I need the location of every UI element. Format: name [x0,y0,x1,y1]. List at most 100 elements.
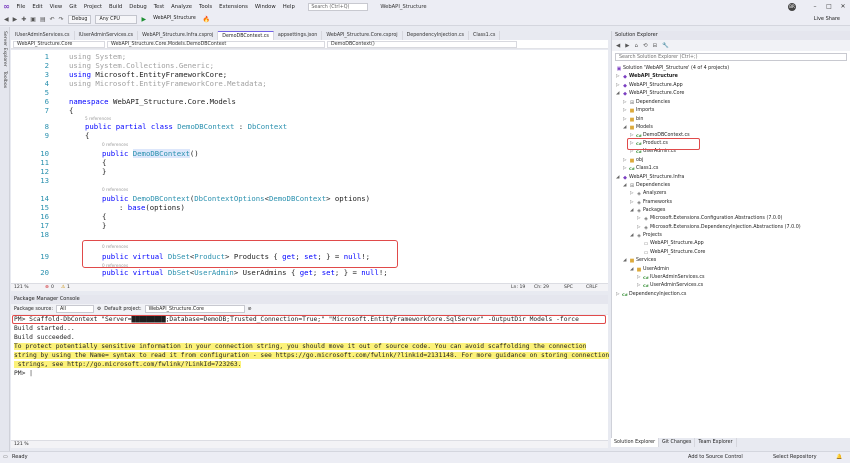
avatar[interactable]: BR [788,2,796,11]
home-icon[interactable]: ⌂ [634,43,638,49]
project-icon: ◆ [623,74,627,80]
project-nav-dropdown[interactable]: WebAPI_Structure.Core [13,40,105,48]
line-number: 9 [44,131,49,140]
menu-project[interactable]: Project [80,4,105,10]
run-icon[interactable]: ▶ [141,16,146,23]
redo-icon[interactable]: ↷ [59,16,64,23]
tab-solution-explorer[interactable]: Solution Explorer [611,438,660,447]
console-warning-line: To protect potentially sensitive informa… [14,343,587,350]
menu-build[interactable]: Build [106,4,126,10]
package-source-dropdown[interactable]: All [55,305,94,313]
close-icon[interactable]: ✕ [836,3,850,10]
clear-console-icon[interactable]: ⊘ [248,307,252,312]
navigation-bar: WebAPI_Structure.Core WebAPI_Structure.C… [11,40,608,49]
new-item-icon[interactable]: ✚ [21,16,26,23]
warning-count[interactable]: 1 [67,284,70,291]
maximize-icon[interactable]: □ [822,3,836,10]
highlight-box-product-file [627,138,700,150]
minimize-icon[interactable]: – [808,3,822,10]
server-explorer-tab[interactable]: Server Explorer [2,31,7,67]
line-number: 19 [40,252,49,261]
code-token: null [361,268,379,277]
analyzer-icon: ◈ [637,191,641,197]
pmc-output[interactable]: PM> Scaffold-DbContext "Server=█████████… [11,315,610,440]
platform-dropdown[interactable]: Any CPU [95,14,138,24]
collapse-all-icon[interactable]: ⊟ [653,43,658,49]
tree-item[interactable]: ▷ ◈ Analyzers [630,190,666,199]
properties-icon[interactable]: 🔧 [662,43,669,49]
code-token: { [102,158,107,167]
tree-item-label: Microsoft.Extensions.Configuration.Abstr… [650,216,783,221]
folder-open-icon: ■ [629,258,635,264]
tree-item-label: Microsoft.Extensions.DependencyInjection… [650,225,801,230]
tab-class1[interactable]: Class1.cs [469,31,501,40]
tree-item[interactable]: ▭ WebAPI_Structure.App [642,240,704,249]
tree-item[interactable]: ◢ ■ Services [623,257,656,266]
tree-item-label: WebAPI_Structure [629,74,678,79]
codelens-references[interactable]: 0 references [102,187,128,192]
settings-icon[interactable]: ⚙ [97,307,101,312]
menu-view[interactable]: View [46,4,66,10]
save-icon[interactable]: ▣ [30,16,36,23]
notifications-icon[interactable]: 🔔 [836,452,842,463]
pmc-zoom[interactable]: 121 % [11,440,608,448]
tree-item[interactable]: ◢ ◆ WebAPI_Structure.Core [616,90,684,99]
run-target-button[interactable]: WebAPI_Structure [150,15,199,24]
sync-icon[interactable]: ⟲ [643,43,648,49]
menu-help[interactable]: Help [279,4,298,10]
tab-team-explorer[interactable]: Team Explorer [695,438,737,447]
toolbox-tab[interactable]: Toolbox [2,71,7,88]
live-share-button[interactable]: Live Share [814,16,840,22]
codelens-references[interactable]: 5 references [85,116,111,121]
tree-item-label: UserAdminServices.cs [650,283,704,288]
forward-icon[interactable]: ▶ [13,16,18,23]
menu-window[interactable]: Window [251,4,279,10]
tab-demodbcontext[interactable]: DemoDBContext.cs [218,31,274,40]
pmc-toolbar: Package source: All ⚙ Default project: W… [11,304,608,314]
tab-git-changes[interactable]: Git Changes [659,438,696,447]
solution-search-input[interactable]: Search Solution Explorer (Ctrl+;) [615,53,847,61]
back-icon[interactable]: ◀ [4,16,9,23]
codelens-references[interactable]: 0 references [102,142,128,147]
tab-iuseradminservices-2[interactable]: IUserAdminServices.cs [75,31,139,40]
menu-debug[interactable]: Debug [126,4,150,10]
class-nav-dropdown[interactable]: WebAPI_Structure.Core.Models.DemoDBConte… [107,40,325,48]
tab-iuseradminservices[interactable]: IUserAdminServices.cs [11,31,75,40]
code-token: get [299,268,313,277]
tree-item[interactable]: ▷ ◈ Microsoft.Extensions.Configuration.Abs… [637,215,782,224]
editor-zoom[interactable]: 121 % [14,284,29,291]
code-token: DemoDBContext [268,194,327,203]
undo-icon[interactable]: ↶ [50,16,55,23]
menu-test[interactable]: Test [150,4,167,10]
select-repository-button[interactable]: Select Repository [773,452,817,463]
hot-reload-icon[interactable]: 🔥 [203,16,210,23]
tree-item[interactable]: ▷ ■ Imports [623,107,654,116]
menu-extensions[interactable]: Extensions [216,4,252,10]
tree-item[interactable]: ▷ ◆ WebAPI_Structure [616,73,678,82]
menu-analyze[interactable]: Analyze [168,4,196,10]
default-project-dropdown[interactable]: WebAPI_Structure.Core [144,305,245,313]
tab-core-csproj[interactable]: WebAPI_Structure.Core.csproj [322,31,403,40]
tree-item[interactable]: ▷ C# Class1.cs [623,165,658,174]
project-reference-icon: ▭ [643,241,649,247]
tree-item[interactable]: ▷ C# UserAdminServices.cs [637,282,703,291]
error-count[interactable]: 0 [51,284,54,291]
add-to-source-control-button[interactable]: Add to Source Control [688,452,743,463]
search-input[interactable]: Search (Ctrl+Q) [308,2,369,11]
menu-tools[interactable]: Tools [196,4,216,10]
save-all-icon[interactable]: ▤ [40,16,46,23]
menu-file[interactable]: File [13,4,29,10]
tab-dependencyinjection[interactable]: DependencyInjection.cs [403,31,470,40]
member-nav-dropdown[interactable]: DemoDBContext() [327,40,517,48]
tree-item[interactable]: ▷ C# DependencyInjection.cs [616,291,686,300]
console-prompt[interactable]: PM> | [14,369,608,378]
configuration-dropdown[interactable]: Debug [67,14,92,24]
code-token: { [102,212,107,221]
tab-infra-csproj[interactable]: WebAPI_Structure.Infra.csproj [138,31,219,40]
menu-git[interactable]: Git [66,4,81,10]
back-icon[interactable]: ◀ [616,43,620,49]
tab-appsettings[interactable]: appsettings.json [274,31,323,40]
menu-edit[interactable]: Edit [29,4,46,10]
forward-icon[interactable]: ▶ [625,43,629,49]
package-source-label: Package source: [14,306,53,312]
